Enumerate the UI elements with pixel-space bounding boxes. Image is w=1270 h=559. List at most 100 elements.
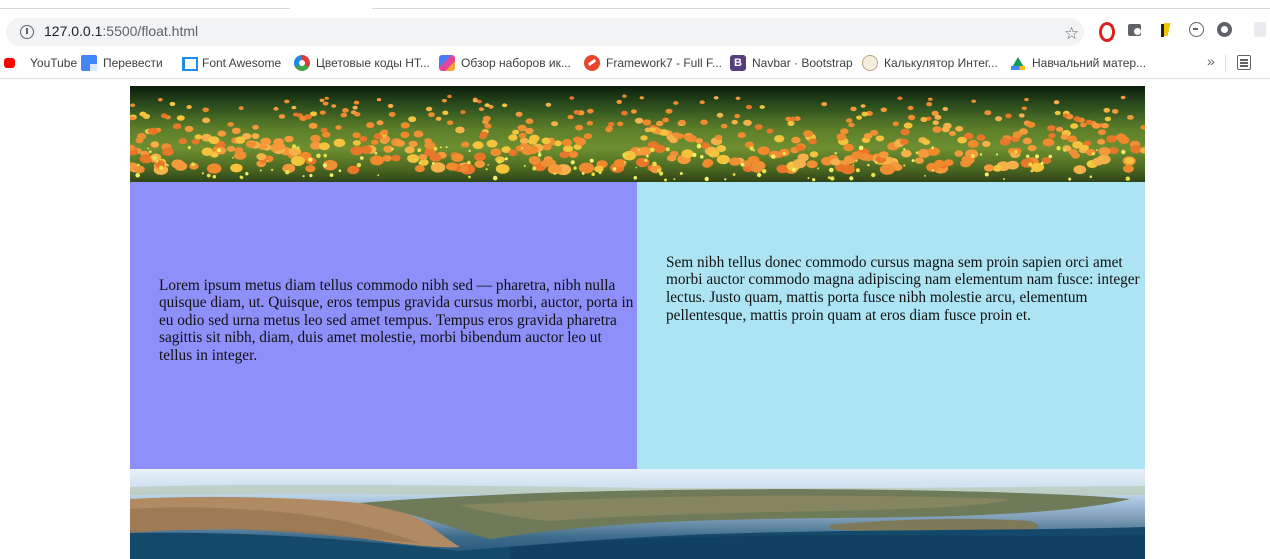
flower-dot	[492, 175, 498, 181]
flower-dot	[201, 172, 204, 175]
clipped-extension-icon[interactable]	[1250, 21, 1270, 39]
address-bar[interactable]: 127.0.0.1:5500/float.html ☆	[6, 18, 1084, 46]
flower-dot	[855, 168, 860, 173]
bookmark-label: Перевести	[103, 56, 163, 70]
flower-dot	[867, 163, 870, 167]
bookmark-calculator[interactable]: Калькулятор Интег...	[862, 54, 998, 72]
calculator-icon	[862, 55, 878, 71]
flower-dot	[701, 143, 709, 149]
bookmark-star-icon[interactable]: ☆	[1064, 25, 1079, 42]
bookmark-translate[interactable]: Перевести	[81, 54, 163, 72]
flower-dot	[750, 163, 764, 173]
flower-dot	[284, 99, 290, 104]
site-info-icon[interactable]	[20, 25, 34, 39]
flower-dot	[724, 162, 727, 164]
bootstrap-icon: B	[730, 55, 746, 71]
bookmark-color-codes[interactable]: Цветовые коды НТ...	[294, 54, 430, 72]
flower-dot	[256, 153, 267, 161]
flower-dot	[304, 114, 312, 120]
flower-dot	[540, 159, 551, 167]
flower-dot	[1122, 164, 1134, 173]
flower-dot	[296, 146, 300, 150]
icon-kit-icon	[439, 55, 455, 71]
flower-dot	[583, 133, 593, 140]
circle-extension-icon[interactable]	[1188, 21, 1206, 39]
flower-dot	[1124, 157, 1134, 164]
bookmarks-separator	[1225, 55, 1226, 72]
flower-dot	[806, 160, 818, 169]
bookmark-label: Font Awesome	[202, 56, 282, 70]
url-text[interactable]: 127.0.0.1:5500/float.html	[44, 23, 198, 39]
flower-dot	[673, 101, 679, 105]
flower-dot	[490, 148, 502, 157]
flower-dot	[525, 118, 534, 124]
flower-dot	[821, 102, 828, 107]
flower-dot	[931, 146, 934, 149]
flower-dot	[732, 173, 736, 176]
flower-dot	[740, 162, 745, 167]
flower-dot	[971, 99, 977, 103]
flower-dot	[150, 141, 159, 148]
google-drive-icon	[1010, 55, 1026, 71]
flower-dot	[681, 149, 694, 159]
reading-list-icon[interactable]	[1237, 55, 1251, 70]
opera-extension-icon[interactable]	[1097, 21, 1115, 42]
bookmark-icon-sets[interactable]: Обзор наборов ик...	[439, 54, 571, 72]
bookmark-learning-material[interactable]: Навчальний матер...	[1010, 54, 1146, 72]
right-column: Sem nibh tellus donec commodo cursus mag…	[637, 182, 1145, 469]
flower-dot	[417, 148, 422, 153]
flower-dot	[293, 112, 299, 117]
flower-dot	[932, 120, 939, 125]
flower-dot	[435, 116, 442, 121]
flower-dot	[486, 139, 498, 148]
bookmark-bootstrap[interactable]: B Navbar · Bootstrap	[730, 54, 853, 72]
flower-dot	[841, 164, 855, 175]
flower-dot	[861, 111, 869, 117]
flower-dot	[212, 174, 217, 179]
bookmark-framework7[interactable]: Framework7 - Full F...	[584, 54, 722, 72]
flower-dot	[521, 147, 523, 150]
flower-dot	[551, 121, 559, 127]
flower-dot	[322, 131, 331, 138]
tab-strip-border	[0, 8, 290, 9]
flower-dot	[914, 157, 924, 164]
flower-dot	[1098, 147, 1111, 156]
flower-dot	[673, 178, 676, 180]
flower-dot	[159, 165, 164, 170]
flower-dot	[591, 172, 595, 176]
more-bookmarks-chevron-icon[interactable]: »	[1207, 53, 1215, 69]
settings-extension-icon[interactable]	[1216, 21, 1234, 39]
flower-dot	[745, 104, 753, 110]
flower-dot	[1085, 119, 1093, 125]
flower-dot	[759, 105, 765, 109]
flower-dot	[967, 139, 979, 148]
flower-dot	[1027, 144, 1037, 152]
flower-dot	[924, 175, 926, 177]
flag-extension-icon[interactable]	[1158, 21, 1176, 39]
extension-icon[interactable]	[1126, 21, 1144, 39]
flower-dot	[234, 147, 244, 154]
flower-dot	[376, 120, 384, 126]
flower-dot	[308, 157, 313, 162]
bookmark-youtube[interactable]: YouTube	[4, 54, 77, 72]
font-awesome-icon	[180, 55, 198, 71]
flower-dot	[157, 98, 163, 102]
flower-dot	[350, 110, 357, 115]
flower-dot	[696, 143, 702, 149]
flower-dot	[395, 140, 406, 147]
flower-field-illustration	[130, 94, 1145, 182]
flower-dot	[377, 174, 380, 177]
flower-dot	[425, 106, 433, 112]
flower-dot	[1024, 97, 1029, 102]
flower-dot	[846, 118, 853, 123]
bookmark-font-awesome[interactable]: Font Awesome	[180, 54, 281, 72]
flower-dot	[373, 133, 383, 140]
flower-dot	[791, 167, 796, 172]
flower-dot	[734, 114, 741, 119]
flower-dot	[621, 110, 628, 116]
flower-dot	[713, 96, 719, 100]
flower-dot	[812, 178, 816, 182]
bookmark-label: Обзор наборов ик...	[461, 56, 571, 70]
flower-dot	[622, 94, 627, 98]
flower-dot	[666, 134, 675, 141]
